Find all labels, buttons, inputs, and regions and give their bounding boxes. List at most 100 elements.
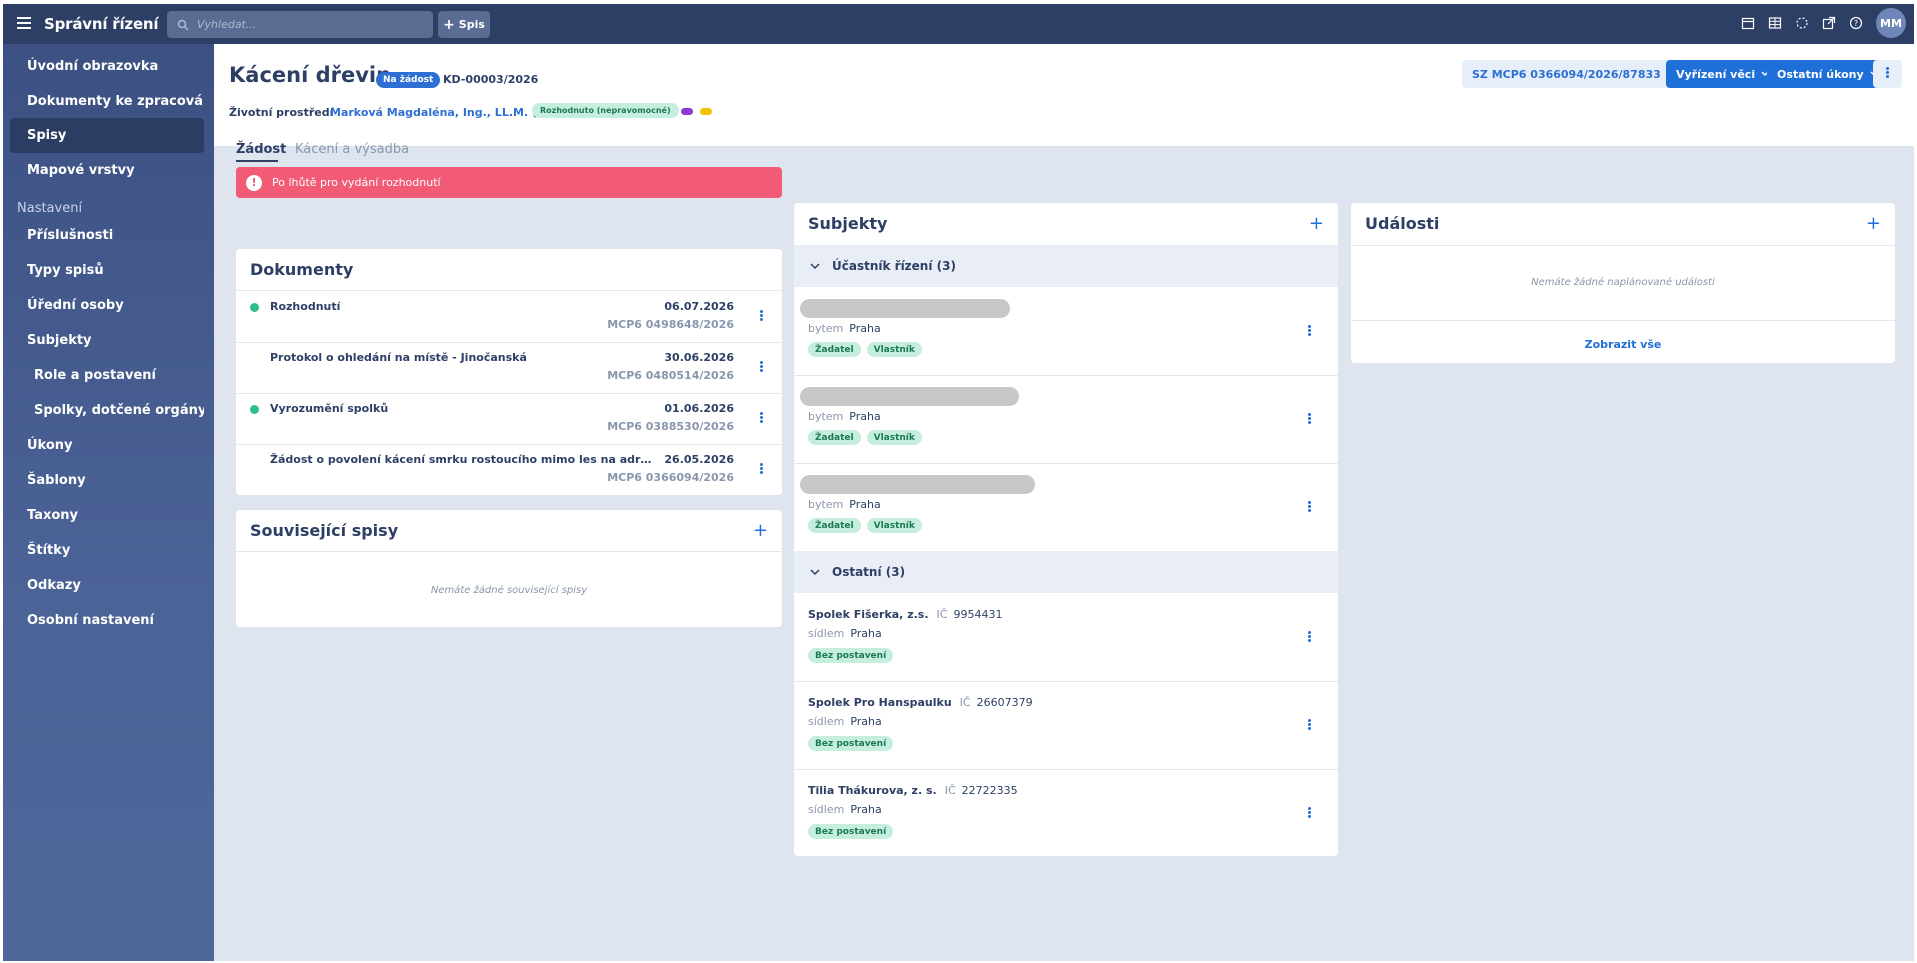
subject-item[interactable]: Spolek Fišerka, z.s. IČ 9954431 sídlem Prah… [794, 593, 1338, 681]
add-subject-icon[interactable]: + [1309, 215, 1324, 233]
plus-icon: + [443, 16, 455, 33]
sz-badge[interactable]: SZ MCP6 0366094/2026/87833 [1462, 60, 1686, 88]
sidebar-item-map-layers[interactable]: Mapové vrstvy [10, 153, 204, 188]
page-title: Kácení dřevin [229, 63, 392, 87]
sidebar-item-roles[interactable]: Role a postavení [10, 358, 204, 393]
new-spis-button[interactable]: + Spis [438, 11, 490, 38]
subject-item[interactable]: bytem Praha Žadatel Vlastník [794, 375, 1338, 463]
document-name[interactable]: Protokol o ohledání na místě - Jinočansk… [270, 351, 527, 364]
case-header: Kácení dřevin Na žádost KD-00003/2026 Ži… [214, 44, 1914, 146]
search-icon [177, 19, 189, 31]
status-dot-icon [250, 405, 259, 414]
menu-icon[interactable] [17, 17, 31, 31]
add-event-icon[interactable]: + [1866, 215, 1881, 233]
subject-address: sídlem Praha [808, 803, 882, 816]
app-title[interactable]: Správní řízení [44, 15, 159, 33]
help-icon[interactable]: ? [1849, 16, 1863, 30]
more-vertical-icon[interactable] [1304, 631, 1314, 645]
document-row[interactable]: Vyrozumění spolků 01.06.2026 MCP6 038853… [236, 393, 782, 444]
subject-address: bytem Praha [808, 322, 881, 335]
redacted-name [800, 299, 1010, 318]
document-name[interactable]: Žádost o povolení kácení smrku rostoucíh… [270, 453, 655, 466]
responsible-person-link[interactable]: Marková Magdaléna, Ing., LL.M. (+5) [330, 106, 559, 119]
more-vertical-icon[interactable] [1304, 413, 1314, 427]
more-options-button[interactable] [1873, 60, 1902, 88]
events-empty-text: Nemáte žádné naplánované události [1531, 277, 1715, 288]
participants-group-header[interactable]: Účastník řízení (3) [794, 245, 1338, 287]
more-vertical-icon[interactable] [756, 361, 766, 375]
document-date: 06.07.2026 [664, 300, 734, 313]
other-actions-button[interactable]: Ostatní úkony [1767, 60, 1888, 88]
chevron-down-icon [810, 568, 820, 575]
more-vertical-icon[interactable] [756, 310, 766, 324]
alert-icon: ! [246, 174, 262, 191]
document-row[interactable]: Protokol o ohledání na místě - Jinočansk… [236, 342, 782, 393]
subject-item[interactable]: Spolek Pro Hanspaulku IČ 26607379 sídlem Pr… [794, 681, 1338, 769]
sidebar-item-actions[interactable]: Úkony [10, 428, 204, 463]
document-name[interactable]: Vyrozumění spolků [270, 402, 388, 415]
more-vertical-icon[interactable] [1304, 501, 1314, 515]
search-box[interactable] [167, 11, 433, 38]
sidebar-item-spisy[interactable]: Spisy [10, 118, 204, 153]
sidebar-item-links[interactable]: Odkazy [10, 568, 204, 603]
chevron-down-icon [810, 262, 820, 269]
show-all-link[interactable]: Zobrazit vše [1351, 338, 1895, 351]
sz-label: SZ MCP6 0366094/2026/87833 [1472, 67, 1661, 81]
label-tag-purple[interactable] [681, 108, 693, 115]
events-title: Události [1365, 214, 1440, 233]
sidebar-item-labels[interactable]: Štítky [10, 533, 204, 568]
events-card: Události + Nemáte žádné naplánované udál… [1351, 203, 1895, 363]
case-id: KD-00003/2026 [443, 73, 539, 86]
subject-address: bytem Praha [808, 498, 881, 511]
tab-felling-planting[interactable]: Kácení a výsadba [295, 142, 409, 157]
request-badge: Na žádost [376, 72, 441, 88]
document-name[interactable]: Rozhodnutí [270, 300, 340, 313]
subject-tags: Žadatel Vlastník [808, 430, 922, 445]
sidebar-item-subjects[interactable]: Subjekty [10, 323, 204, 358]
org-name: Tilia Thákurova, z. s. IČ 22722335 [808, 784, 1018, 797]
label-tag-yellow[interactable] [700, 108, 712, 115]
sidebar-item-officials[interactable]: Úřední osoby [10, 288, 204, 323]
subject-item[interactable]: bytem Praha Žadatel Vlastník [794, 287, 1338, 375]
sidebar-item-competences[interactable]: Příslušnosti [10, 218, 204, 253]
sidebar-item-templates[interactable]: Šablony [10, 463, 204, 498]
document-ref: MCP6 0480514/2026 [607, 369, 734, 382]
subject-item[interactable]: bytem Praha Žadatel Vlastník [794, 463, 1338, 551]
add-related-icon[interactable]: + [753, 522, 768, 540]
sidebar-item-taxons[interactable]: Taxony [10, 498, 204, 533]
avatar[interactable]: MM [1876, 8, 1906, 38]
document-row[interactable]: Rozhodnutí 06.07.2026 MCP6 0498648/2026 [236, 291, 782, 342]
document-ref: MCP6 0498648/2026 [607, 318, 734, 331]
subject-tags: Bez postavení [808, 648, 894, 663]
table-icon[interactable] [1768, 16, 1782, 30]
others-group-header[interactable]: Ostatní (3) [794, 551, 1338, 593]
role-tag: Bez postavení [808, 824, 894, 839]
sidebar-item-associations[interactable]: Spolky, dotčené orgány,... [10, 393, 204, 428]
search-input[interactable] [197, 18, 427, 31]
more-vertical-icon [1883, 67, 1893, 81]
subject-item[interactable]: Tilia Thákurova, z. s. IČ 22722335 sídlem P… [794, 769, 1338, 856]
more-vertical-icon[interactable] [756, 463, 766, 477]
divider [1351, 245, 1895, 246]
sidebar-item-documents[interactable]: Dokumenty ke zpracování [10, 84, 204, 119]
more-vertical-icon[interactable] [1304, 719, 1314, 733]
divider [236, 551, 782, 552]
document-row[interactable]: Žádost o povolení kácení smrku rostoucíh… [236, 444, 782, 495]
top-bar: Správní řízení + Spis ? MM [3, 4, 1914, 44]
app-window: Správní řízení + Spis ? MM Úvodní obrazo… [3, 4, 1914, 961]
calendar-icon[interactable] [1741, 16, 1755, 30]
new-spis-label: Spis [458, 18, 485, 31]
more-vertical-icon[interactable] [1304, 325, 1314, 339]
divider [1351, 320, 1895, 321]
more-vertical-icon[interactable] [1304, 807, 1314, 821]
tab-request[interactable]: Žádost [236, 142, 286, 157]
external-link-icon[interactable] [1822, 16, 1836, 30]
more-vertical-icon[interactable] [756, 412, 766, 426]
sidebar-item-home[interactable]: Úvodní obrazovka [10, 49, 204, 84]
role-tag: Bez postavení [808, 648, 894, 663]
sidebar-item-file-types[interactable]: Typy spisů [10, 253, 204, 288]
status-badge: Rozhodnuto (nepravomocné) [532, 103, 679, 118]
sidebar-item-personal-settings[interactable]: Osobní nastavení [10, 603, 204, 638]
loading-icon[interactable] [1795, 16, 1809, 30]
resolve-button[interactable]: Vyřízení věci [1666, 60, 1780, 88]
